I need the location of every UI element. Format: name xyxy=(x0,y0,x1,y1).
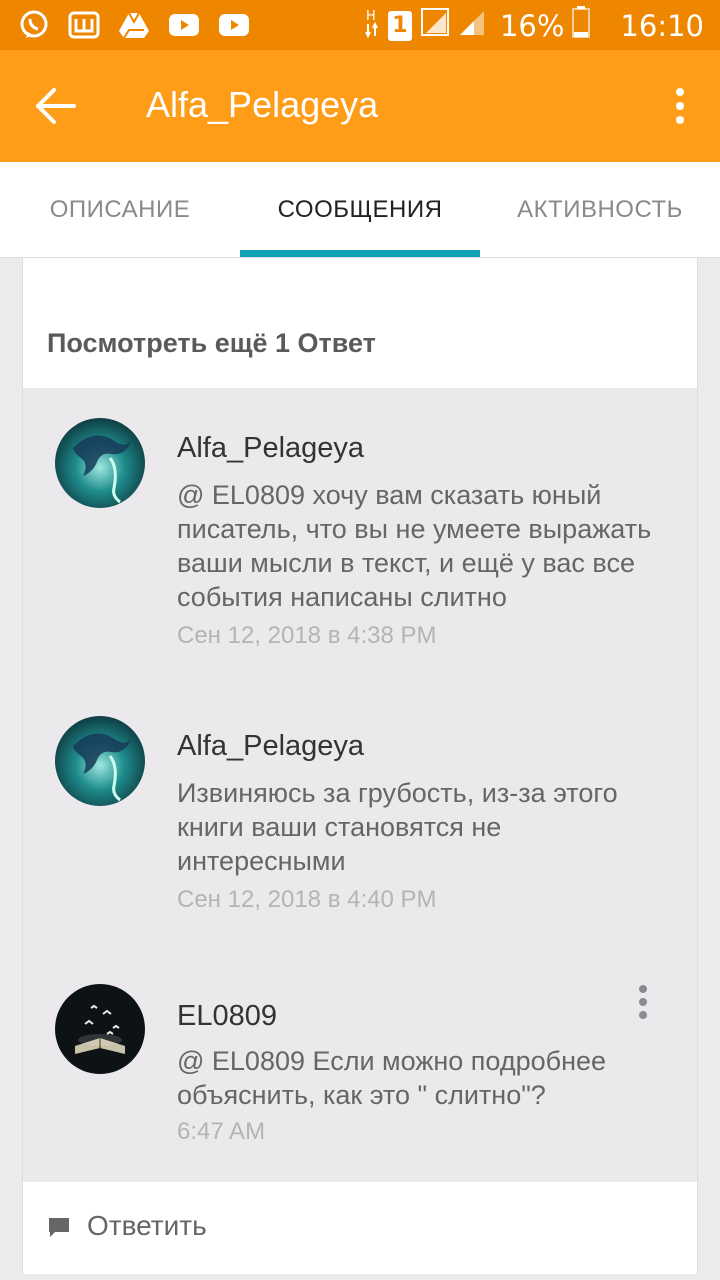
more-options-icon[interactable] xyxy=(672,86,688,126)
youtube-icon xyxy=(218,10,250,40)
page-title: Alfa_Pelageya xyxy=(146,84,379,125)
app-bar: Alfa_Pelageya xyxy=(0,50,720,162)
signal-icon xyxy=(420,7,450,44)
comment-item: Alfa_Pelageya @ EL0809 хочу вам сказать … xyxy=(23,388,697,688)
tab-messages[interactable]: СООБЩЕНИЯ xyxy=(240,162,480,258)
comment-timestamp: Сен 12, 2018 в 4:40 PM xyxy=(177,886,437,913)
network-h-icon: H xyxy=(364,6,380,45)
comment-item: EL0809 @ EL0809 Если можно подробнее объ… xyxy=(23,954,697,1182)
replies-list: Alfa_Pelageya @ EL0809 хочу вам сказать … xyxy=(23,388,697,1182)
signal-2-icon xyxy=(458,7,486,44)
tab-activity[interactable]: АКТИВНОСТЬ xyxy=(480,162,720,258)
avatar[interactable] xyxy=(55,984,145,1074)
drive-icon xyxy=(118,10,150,40)
tab-description[interactable]: ОПИСАНИЕ xyxy=(0,162,240,258)
comment-author[interactable]: EL0809 xyxy=(177,1000,277,1033)
tab-indicator xyxy=(240,250,480,257)
notification-icons xyxy=(18,10,250,40)
comment-timestamp: 6:47 AM xyxy=(177,1118,266,1145)
youtube-icon xyxy=(168,10,200,40)
tab-bar: ОПИСАНИЕ СООБЩЕНИЯ АКТИВНОСТЬ xyxy=(0,162,720,258)
status-bar: H 1 16% 16:10 xyxy=(0,0,720,50)
avatar[interactable] xyxy=(55,418,145,508)
comment-menu-icon[interactable] xyxy=(637,984,649,1020)
battery-percent: 16% xyxy=(499,8,565,43)
comment-text: Извиняюсь за грубость, из-за этого книги… xyxy=(177,778,618,876)
comment-text: @ EL0809 Если можно подробнее объяснить,… xyxy=(177,1046,607,1110)
svg-text:H: H xyxy=(366,9,376,24)
avatar[interactable] xyxy=(55,716,145,806)
comment-bubble-icon xyxy=(47,1216,71,1240)
viber-icon xyxy=(18,10,50,40)
back-arrow-icon[interactable] xyxy=(34,86,78,126)
comment-author[interactable]: Alfa_Pelageya xyxy=(177,432,364,465)
comment-author[interactable]: Alfa_Pelageya xyxy=(177,730,364,763)
w-app-icon xyxy=(68,10,100,40)
reply-button[interactable]: Ответить xyxy=(23,1182,697,1274)
clock: 16:10 xyxy=(620,8,704,43)
battery-icon xyxy=(572,6,591,45)
comment-text: @ EL0809 хочу вам сказать юный писатель,… xyxy=(177,480,652,612)
comment-item: Alfa_Pelageya Извиняюсь за грубость, из-… xyxy=(23,688,697,954)
status-right: H 1 16% 16:10 xyxy=(364,6,704,45)
sim-1-icon: 1 xyxy=(387,10,412,41)
comment-timestamp: Сен 12, 2018 в 4:38 PM xyxy=(177,622,437,649)
view-more-replies-link[interactable]: Посмотреть ещё 1 Ответ xyxy=(47,328,376,359)
reply-label: Ответить xyxy=(87,1210,207,1241)
comment-thread-card: Посмотреть ещё 1 Ответ Alfa_Pelageya @ E… xyxy=(22,258,698,1274)
